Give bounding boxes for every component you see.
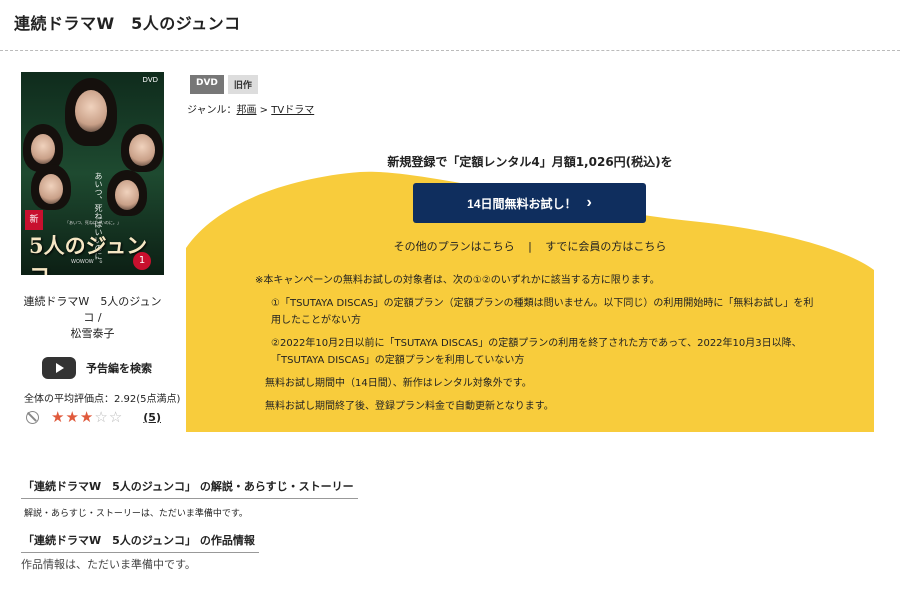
notice-line: 無料お試し期間終了後、登録プラン料金で自動更新となります。: [265, 401, 554, 412]
campaign-notice: ※本キャンペーンの無料お試しの対象者は、次の①②のいずれかに該当する方に限ります…: [255, 272, 815, 421]
notice-line: ※本キャンペーンの無料お試しの対象者は、次の①②のいずれかに該当する方に限ります…: [255, 275, 660, 286]
notice-line: 無料お試し期間中（14日間）、新作はレンタル対象外です。: [265, 378, 532, 389]
free-trial-label: 14日間無料お試し！: [467, 196, 577, 211]
notice-line: ①「TSUTAYA DISCAS」の定額プラン（定額プランの種類は問いません。以…: [271, 298, 814, 326]
plan-links: その他のプランはこちら | すでに会員の方はこちら: [186, 238, 874, 254]
free-trial-button[interactable]: 14日間無料お試し！ ›: [413, 183, 646, 223]
other-plans-link[interactable]: その他のプランはこちら: [394, 240, 515, 253]
link-separator: |: [528, 240, 532, 253]
notice-line: ②2022年10月2日以前に「TSUTAYA DISCAS」の定額プランの利用を…: [271, 338, 802, 366]
info-text: 作品情報は、ただいま準備中です。: [21, 558, 196, 571]
chevron-right-icon: ›: [586, 194, 592, 211]
member-login-link[interactable]: すでに会員の方はこちら: [545, 240, 666, 253]
story-text: 解説・あらすじ・ストーリーは、ただいま準備中です。: [24, 509, 248, 519]
promo-headline: 新規登録で「定額レンタル4」月額1,026円(税込)を: [387, 155, 673, 169]
story-heading: 「連続ドラマW 5人のジュンコ」 の解説・あらすじ・ストーリー: [21, 476, 358, 499]
info-heading: 「連続ドラマW 5人のジュンコ」 の作品情報: [21, 530, 259, 553]
